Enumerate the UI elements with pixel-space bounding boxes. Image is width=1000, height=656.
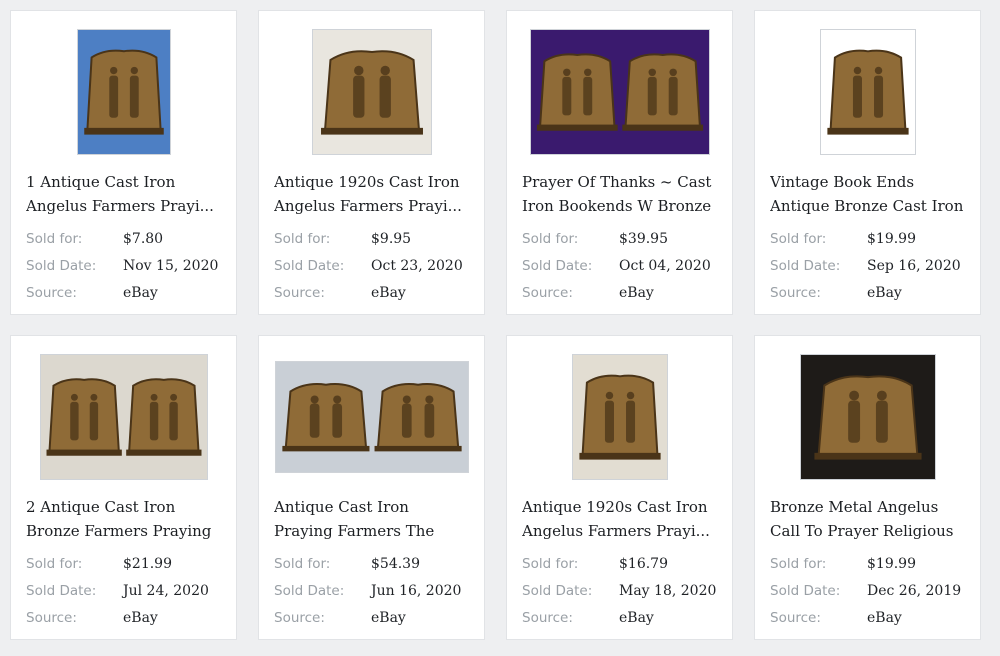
bookend-pair-icon xyxy=(530,30,709,154)
sold-date-label: Sold Date: xyxy=(522,257,593,274)
price-value: $54.39 xyxy=(371,555,420,572)
date-value: Oct 04, 2020 xyxy=(619,257,711,274)
price-value: $19.99 xyxy=(867,230,916,247)
source-value: eBay xyxy=(123,609,158,626)
source-value: eBay xyxy=(619,284,654,301)
source-value: eBay xyxy=(867,284,902,301)
listing-card[interactable]: Antique 1920s Cast Iron Angelus Farmers … xyxy=(506,335,733,640)
sold-for-label: Sold for: xyxy=(770,230,827,247)
price-value: $21.99 xyxy=(123,555,172,572)
price-value: $7.80 xyxy=(123,230,164,247)
bookend-icon xyxy=(800,355,935,479)
bookend-icon xyxy=(77,30,170,154)
listing-title[interactable]: Antique Cast Iron Praying Farmers The Ha… xyxy=(274,495,472,543)
sold-date-label: Sold Date: xyxy=(26,257,97,274)
listing-card[interactable]: 1 Antique Cast Iron Angelus Farmers Pray… xyxy=(10,10,237,315)
product-image[interactable] xyxy=(529,29,710,155)
sold-date-label: Sold Date: xyxy=(770,582,841,599)
sold-date-label: Sold Date: xyxy=(274,257,345,274)
sold-for-label: Sold for: xyxy=(274,555,331,572)
source-label: Source: xyxy=(26,284,77,301)
listing-title[interactable]: 2 Antique Cast Iron Bronze Farmers Prayi… xyxy=(26,495,224,543)
date-value: Jun 16, 2020 xyxy=(371,582,462,599)
source-label: Source: xyxy=(274,609,325,626)
source-label: Source: xyxy=(770,609,821,626)
source-label: Source: xyxy=(26,609,77,626)
date-value: Dec 26, 2019 xyxy=(867,582,962,599)
sold-date-label: Sold Date: xyxy=(770,257,841,274)
price-value: $19.99 xyxy=(867,555,916,572)
source-label: Source: xyxy=(522,284,573,301)
bookend-icon xyxy=(572,355,667,479)
listing-title[interactable]: Antique 1920s Cast Iron Angelus Farmers … xyxy=(274,170,472,218)
source-value: eBay xyxy=(123,284,158,301)
listing-title[interactable]: Antique 1920s Cast Iron Angelus Farmers … xyxy=(522,495,720,543)
source-value: eBay xyxy=(371,609,406,626)
product-image[interactable] xyxy=(799,354,936,480)
sold-for-label: Sold for: xyxy=(770,555,827,572)
source-label: Source: xyxy=(770,284,821,301)
sold-for-label: Sold for: xyxy=(274,230,331,247)
listing-card[interactable]: Bronze Metal Angelus Call To Prayer Reli… xyxy=(754,335,981,640)
product-image[interactable] xyxy=(311,29,432,155)
listing-card[interactable]: Prayer Of Thanks ~ Cast Iron Bookends W … xyxy=(506,10,733,315)
bookend-pair-icon xyxy=(40,355,207,479)
listing-title[interactable]: Prayer Of Thanks ~ Cast Iron Bookends W … xyxy=(522,170,720,218)
source-value: eBay xyxy=(867,609,902,626)
bookend-icon xyxy=(312,30,431,154)
product-image[interactable] xyxy=(39,354,208,480)
product-image[interactable] xyxy=(571,354,668,480)
date-value: Sep 16, 2020 xyxy=(867,257,961,274)
sold-for-label: Sold for: xyxy=(26,555,83,572)
sold-for-label: Sold for: xyxy=(26,230,83,247)
date-value: May 18, 2020 xyxy=(619,582,717,599)
sold-for-label: Sold for: xyxy=(522,230,579,247)
source-value: eBay xyxy=(619,609,654,626)
listing-title[interactable]: Vintage Book Ends Antique Bronze Cast Ir… xyxy=(770,170,968,218)
product-image[interactable] xyxy=(76,29,171,155)
listing-card[interactable]: Vintage Book Ends Antique Bronze Cast Ir… xyxy=(754,10,981,315)
price-value: $16.79 xyxy=(619,555,668,572)
listing-title[interactable]: Bronze Metal Angelus Call To Prayer Reli… xyxy=(770,495,968,543)
listing-card[interactable]: Antique Cast Iron Praying Farmers The Ha… xyxy=(258,335,485,640)
product-image[interactable] xyxy=(819,29,916,155)
bookend-pair-icon xyxy=(275,362,468,472)
product-image[interactable] xyxy=(274,361,469,473)
price-value: $39.95 xyxy=(619,230,668,247)
sold-date-label: Sold Date: xyxy=(522,582,593,599)
listing-title[interactable]: 1 Antique Cast Iron Angelus Farmers Pray… xyxy=(26,170,224,218)
date-value: Oct 23, 2020 xyxy=(371,257,463,274)
date-value: Jul 24, 2020 xyxy=(123,582,209,599)
source-label: Source: xyxy=(522,609,573,626)
source-value: eBay xyxy=(371,284,406,301)
source-label: Source: xyxy=(274,284,325,301)
listing-card[interactable]: 2 Antique Cast Iron Bronze Farmers Prayi… xyxy=(10,335,237,640)
sold-date-label: Sold Date: xyxy=(274,582,345,599)
bookend-icon xyxy=(820,30,915,154)
sold-date-label: Sold Date: xyxy=(26,582,97,599)
listing-grid: 1 Antique Cast Iron Angelus Farmers Pray… xyxy=(10,10,981,640)
listing-card[interactable]: Antique 1920s Cast Iron Angelus Farmers … xyxy=(258,10,485,315)
price-value: $9.95 xyxy=(371,230,412,247)
date-value: Nov 15, 2020 xyxy=(123,257,219,274)
sold-for-label: Sold for: xyxy=(522,555,579,572)
